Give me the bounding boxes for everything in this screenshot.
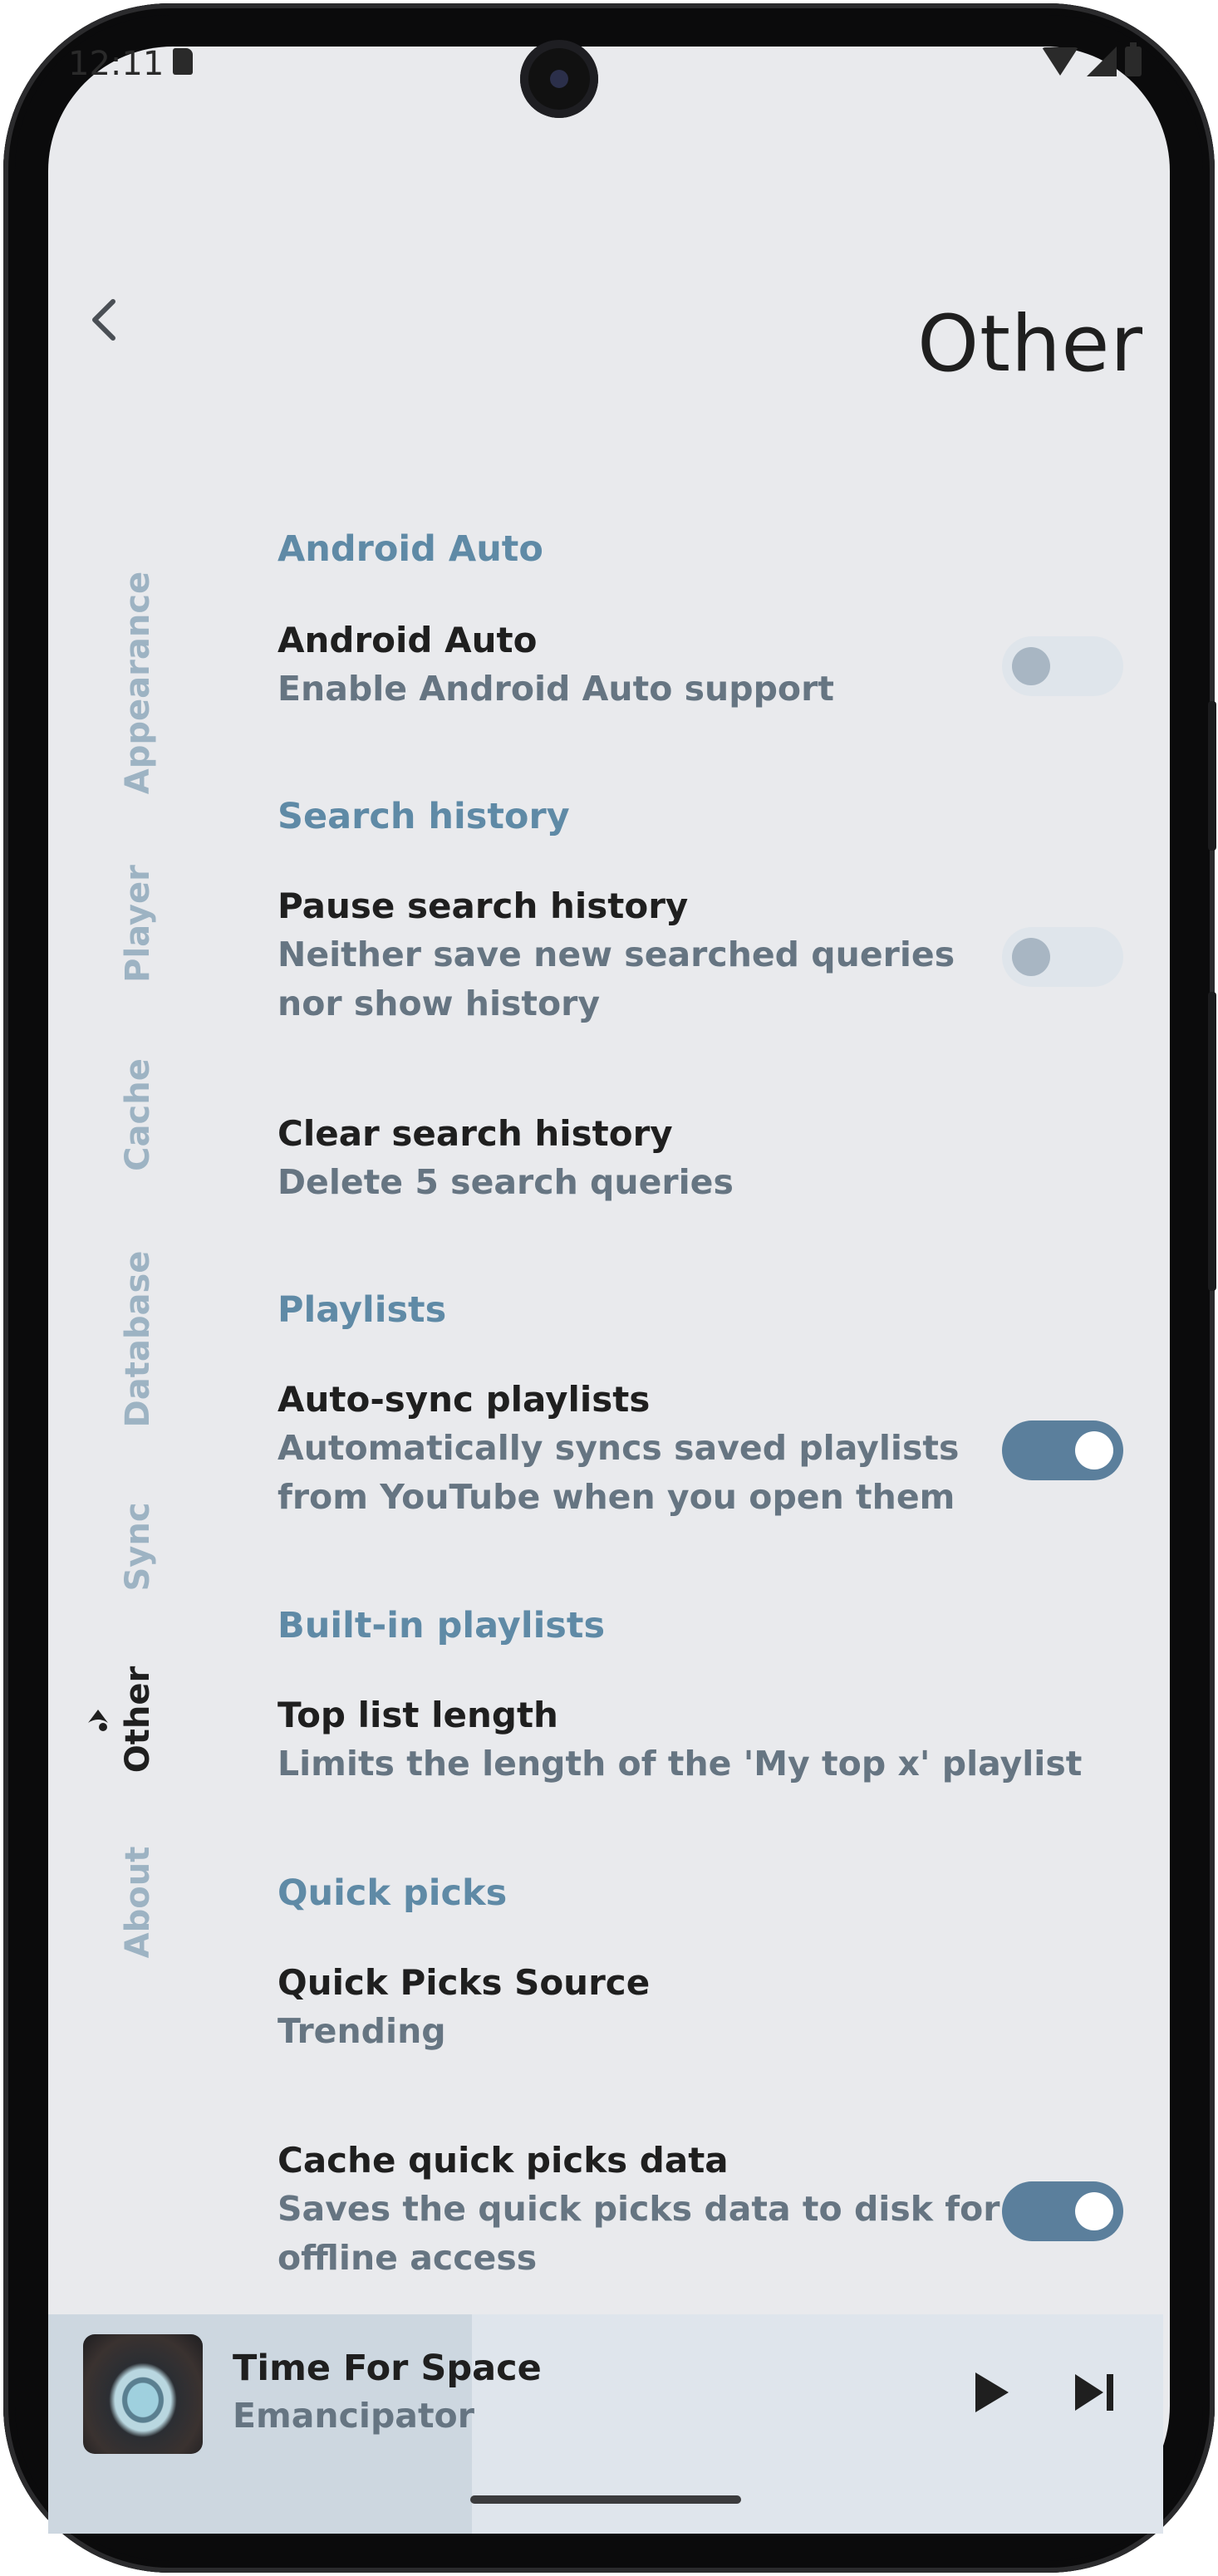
clear-search-history-title[interactable]: Clear search history: [277, 1113, 673, 1154]
cache-quick-picks-description-line1: Saves the quick picks data to disk for: [277, 2189, 1000, 2229]
power-button: [1208, 701, 1216, 851]
track-title: Time For Space: [233, 2348, 542, 2389]
nav-tab-cache[interactable]: Cache: [119, 1058, 157, 1171]
cache-quick-picks-description-line2: offline access: [277, 2238, 538, 2278]
section-title-android-auto: Android Auto: [277, 528, 543, 570]
home-indicator[interactable]: [470, 2495, 741, 2504]
cache-quick-picks-title: Cache quick picks data: [277, 2140, 729, 2181]
front-camera: [520, 40, 598, 118]
status-icons: [1042, 42, 1142, 76]
android-auto-toggle[interactable]: [1002, 636, 1123, 696]
skip-next-icon[interactable]: [1072, 2371, 1118, 2414]
android-auto-title: Android Auto: [277, 620, 538, 660]
album-art[interactable]: [83, 2334, 203, 2454]
auto-sync-playlists-toggle[interactable]: [1002, 1420, 1123, 1480]
pause-search-history-description-line1: Neither save new searched queries: [277, 935, 955, 974]
auto-sync-playlists-description-line1: Automatically syncs saved playlists: [277, 1428, 960, 1468]
nav-active-indicator-icon: [88, 1710, 108, 1731]
auto-sync-playlists-title: Auto-sync playlists: [277, 1379, 651, 1420]
nav-tab-about[interactable]: About: [119, 1847, 157, 1959]
sd-card-icon: [173, 48, 193, 75]
nav-tab-appearance[interactable]: Appearance: [119, 572, 157, 794]
quick-picks-source-value: Trending: [277, 2011, 446, 2051]
track-artist: Emancipator: [233, 2396, 474, 2436]
toggle-knob: [1012, 647, 1050, 685]
clear-search-history-description: Delete 5 search queries: [277, 1162, 734, 1202]
section-title-playlists: Playlists: [277, 1289, 447, 1331]
pause-search-history-description-line2: nor show history: [277, 984, 601, 1023]
wifi-icon: [1042, 47, 1078, 76]
auto-sync-playlists-description-line2: from YouTube when you open them: [277, 1477, 955, 1517]
battery-icon: [1125, 42, 1142, 76]
section-title-builtin-playlists: Built-in playlists: [277, 1605, 606, 1646]
cellular-signal-icon: [1087, 47, 1117, 76]
status-time: 12:11: [68, 45, 165, 83]
pause-search-history-toggle[interactable]: [1002, 927, 1123, 987]
section-title-quick-picks: Quick picks: [277, 1872, 508, 1914]
top-list-length-title[interactable]: Top list length: [277, 1695, 558, 1735]
toggle-knob: [1075, 2192, 1113, 2230]
play-icon[interactable]: [970, 2369, 1012, 2416]
top-list-length-description: Limits the length of the 'My top x' play…: [277, 1744, 1083, 1784]
volume-button: [1208, 992, 1216, 1291]
nav-tab-sync[interactable]: Sync: [119, 1502, 157, 1591]
toggle-knob: [1075, 1431, 1113, 1470]
page-title: Other: [917, 299, 1143, 390]
chevron-left-icon: [92, 299, 115, 341]
quick-picks-source-title[interactable]: Quick Picks Source: [277, 1962, 650, 2003]
cache-quick-picks-toggle[interactable]: [1002, 2181, 1123, 2241]
section-title-search-history: Search history: [277, 796, 570, 837]
nav-tab-player[interactable]: Player: [119, 865, 157, 983]
android-auto-description: Enable Android Auto support: [277, 669, 834, 709]
pause-search-history-title: Pause search history: [277, 886, 689, 926]
back-button[interactable]: [66, 282, 141, 357]
toggle-knob: [1012, 938, 1050, 976]
nav-tab-other[interactable]: Other: [119, 1666, 157, 1773]
nav-tab-database[interactable]: Database: [119, 1251, 157, 1428]
